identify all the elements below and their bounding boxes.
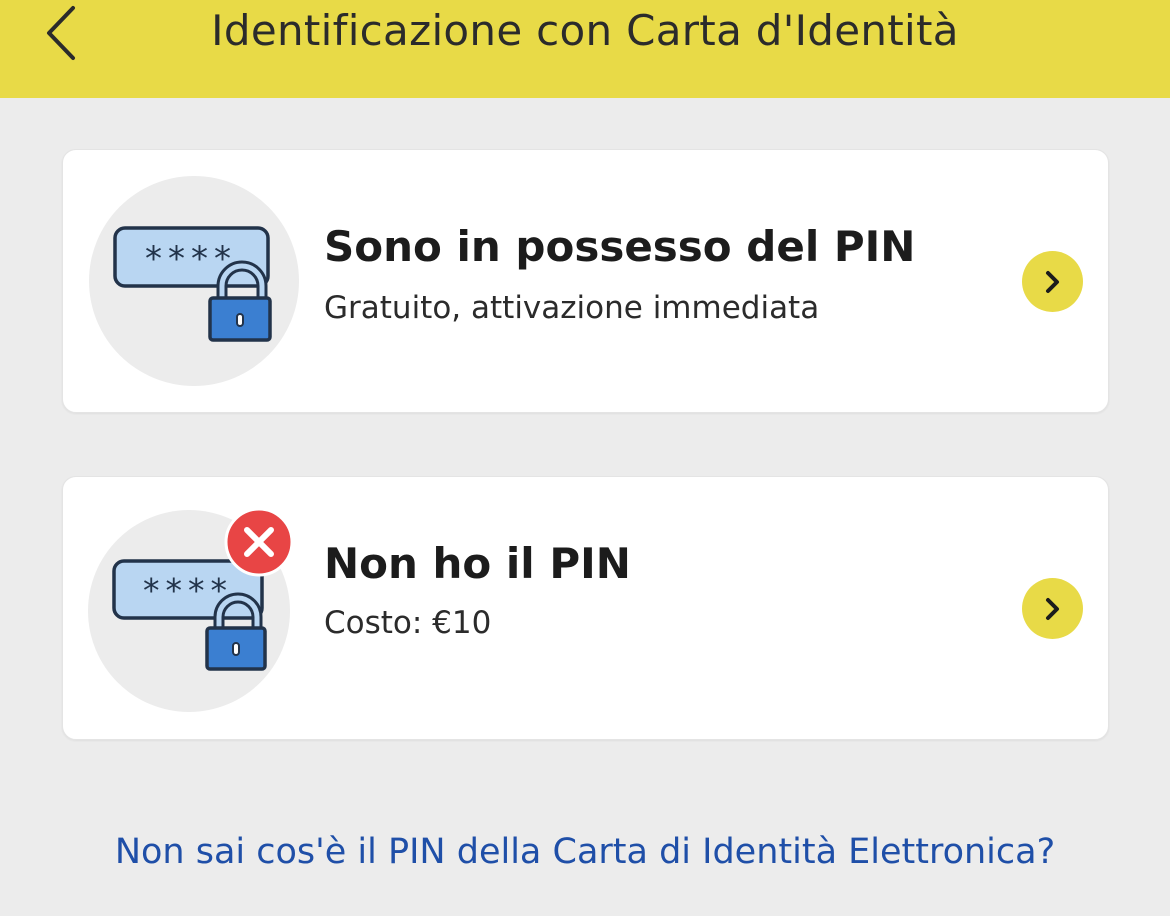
chevron-right-icon <box>1045 597 1059 620</box>
top-app-bar: Identificazione con Carta d'Identità <box>0 0 1170 98</box>
chevron-right-icon <box>1045 270 1059 293</box>
pin-lock-icon: **** <box>89 176 299 386</box>
option-subtitle: Gratuito, attivazione immediata <box>324 290 820 326</box>
pin-help-link[interactable]: Non sai cos'è il PIN della Carta di Iden… <box>0 832 1170 872</box>
option-next-button[interactable] <box>1022 578 1083 639</box>
option-subtitle: Costo: €10 <box>324 605 492 641</box>
option-card-has-pin[interactable]: **** Sono in possesso del PIN Gratuito, … <box>62 149 1109 413</box>
option-card-no-pin[interactable]: **** Non ho il PIN Costo: €10 <box>62 476 1109 740</box>
option-title: Non ho il PIN <box>324 539 631 588</box>
option-title: Sono in possesso del PIN <box>324 222 916 271</box>
page-title: Identificazione con Carta d'Identità <box>211 6 959 55</box>
option-next-button[interactable] <box>1022 251 1083 312</box>
pin-lock-error-icon: **** <box>88 507 294 712</box>
